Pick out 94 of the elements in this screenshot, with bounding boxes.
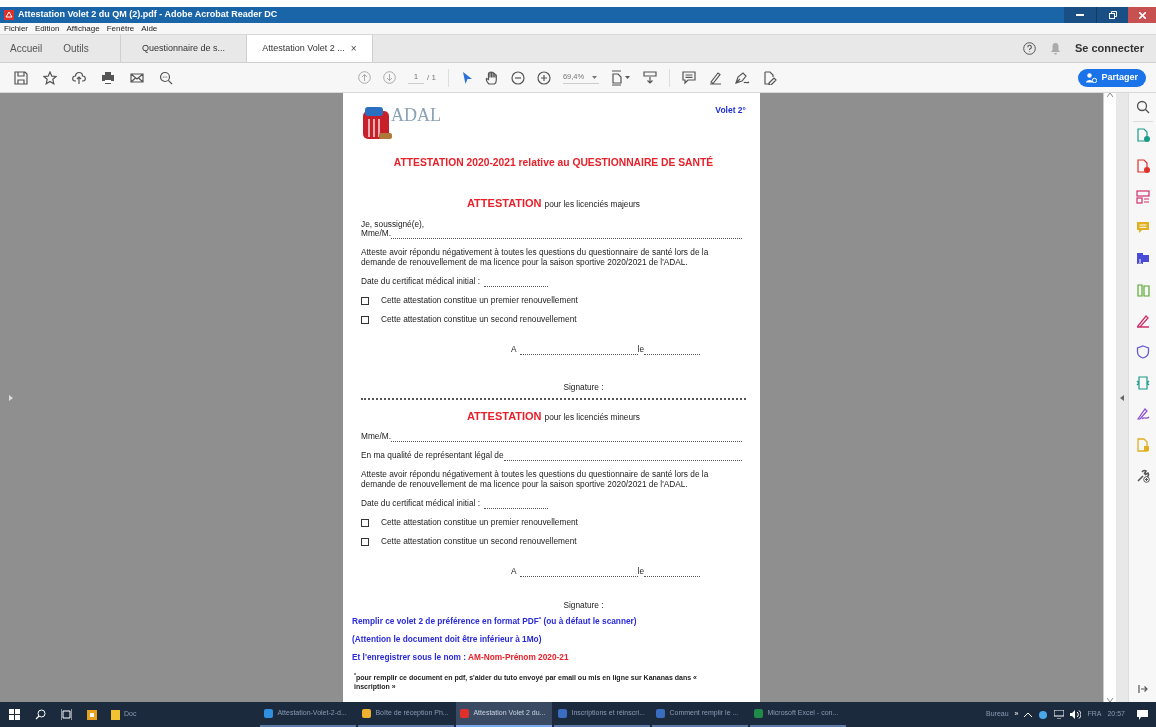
minimize-button[interactable]	[1064, 7, 1096, 23]
field-label: Date du certificat médical initial :	[361, 499, 480, 510]
section-heading: ATTESTATION	[467, 197, 542, 211]
menu-item[interactable]: Affichage	[66, 24, 100, 33]
speaker-icon[interactable]	[1070, 710, 1082, 719]
share-person-icon	[1086, 72, 1098, 83]
instruction-text: (Attention le document doit être inférieur à 1Mo)	[352, 634, 543, 645]
close-icon	[1138, 11, 1146, 19]
form-paragraph: Atteste avoir répondu négativement à toutes les questions du questionnaire de santé lors de la demande de renouvellement de ma licence pour la saison sportive 2020/2021 de l'ADAL.	[361, 248, 710, 269]
chevron-up-icon[interactable]	[1024, 712, 1033, 717]
field-label: Mme/M.	[361, 229, 391, 240]
close-button[interactable]	[1128, 7, 1156, 23]
sign-in-link[interactable]: Se connecter	[1074, 40, 1144, 57]
signature-label: Signature :	[562, 600, 604, 611]
edit-document-icon[interactable]	[762, 70, 778, 85]
search-icon[interactable]	[35, 709, 46, 720]
pdf-icon	[4, 10, 14, 20]
help-icon[interactable]	[1022, 42, 1036, 55]
volet-label: Volet 2°	[715, 105, 746, 116]
document-title: ATTESTATION 2020-2021 relative au QUESTIONNAIRE DE SANTÉ	[392, 157, 715, 170]
window-title: Attestation Volet 2 du QM (2).pdf - Adobe Acrobat Reader DC	[18, 8, 278, 22]
document-tab[interactable]: Attestation Volet 2 ... ×	[247, 35, 373, 62]
signature-label: Signature :	[562, 383, 604, 394]
task-view-icon[interactable]	[61, 709, 72, 720]
save-icon[interactable]	[14, 70, 28, 85]
app-icon[interactable]	[87, 709, 97, 720]
instruction-text: Remplir ce volet 2 de préférence en format PDF$^{*}$ (ou à défaut le scanner)	[352, 616, 638, 627]
menu-item[interactable]: Edition	[35, 24, 60, 33]
search-icon[interactable]	[159, 70, 173, 85]
menu-item[interactable]: Fichier	[4, 24, 28, 33]
shield-icon[interactable]	[1135, 345, 1150, 359]
caret-icon	[592, 75, 598, 79]
document-add-icon[interactable]	[1135, 128, 1150, 142]
minimize-icon	[1076, 14, 1084, 16]
share-button[interactable]: Partager	[1078, 68, 1146, 87]
export-document-icon[interactable]	[1135, 252, 1150, 266]
checkbox[interactable]	[361, 519, 369, 528]
section-subheading: pour les licenciés majeurs	[544, 200, 640, 211]
mail-icon[interactable]	[130, 70, 144, 85]
form-paragraph: Atteste avoir répondu négativement à toutes les questions du questionnaire de santé lors de la demande de renouvellement de ma licence pour la saison sportive 2020/2021 de l'ADAL.	[361, 470, 710, 491]
pointer-icon[interactable]	[460, 70, 473, 85]
sign-pen-icon[interactable]	[1135, 314, 1150, 328]
field-label: A	[511, 345, 517, 356]
hand-icon[interactable]	[484, 70, 499, 85]
fit-page-icon[interactable]	[611, 69, 632, 86]
checkbox[interactable]	[361, 316, 369, 325]
document-add-icon[interactable]	[1135, 159, 1150, 173]
checkbox-label: Cette attestation constitue un premier renouvellement	[381, 518, 578, 528]
instruction-text: Et l'enregistrer sous le nom : AM-Nom-Prénom 2020-21	[352, 652, 570, 663]
field-label: le	[637, 566, 644, 577]
checkbox[interactable]	[361, 297, 369, 306]
highlighter-icon[interactable]	[708, 70, 723, 85]
scroll-up-icon	[1107, 93, 1113, 97]
compare-document-icon[interactable]	[1135, 376, 1150, 390]
scroll-down-icon	[1107, 698, 1113, 702]
page-number-field[interactable]: 1	[408, 71, 424, 84]
checkbox-label: Cette attestation constitue un second renouvellement	[381, 537, 577, 547]
form-text: Je, soussigné(e),	[361, 219, 425, 230]
tab-close-button[interactable]: ×	[350, 41, 357, 56]
cloud-upload-icon[interactable]	[72, 70, 86, 85]
field-label: Date du certificat médical initial :	[361, 277, 480, 288]
network-icon[interactable]	[1054, 710, 1065, 719]
restore-button[interactable]	[1096, 7, 1128, 23]
page-total: / 1	[427, 71, 436, 84]
checkbox-label: Cette attestation constitue un premier renouvellement	[381, 296, 578, 307]
form-layout-icon[interactable]	[1135, 190, 1150, 204]
zoom-out-icon[interactable]	[510, 70, 525, 85]
menu-item[interactable]: Aide	[141, 24, 158, 33]
scroll-mode-icon[interactable]	[643, 70, 658, 85]
menu-item[interactable]: Fenêtre	[106, 24, 135, 33]
signature-icon[interactable]	[1135, 407, 1150, 421]
zoom-in-icon[interactable]	[536, 70, 551, 85]
restore-icon	[1108, 11, 1117, 19]
logo-text: ADAL	[391, 105, 441, 127]
field-label: En ma qualité de représentant légal de	[361, 451, 504, 462]
collapse-panel-icon[interactable]	[1120, 394, 1124, 401]
pen-nib-icon[interactable]	[734, 70, 751, 85]
checkbox[interactable]	[361, 538, 369, 546]
star-icon[interactable]	[43, 70, 57, 85]
print-icon[interactable]	[101, 70, 115, 85]
field-label: A	[511, 566, 517, 577]
windows-start-icon[interactable]	[9, 709, 20, 720]
comment-icon[interactable]	[682, 70, 697, 85]
scrollbar[interactable]	[1103, 93, 1116, 702]
field-label: Mme/M.	[361, 432, 391, 443]
cloud-icon[interactable]	[1038, 710, 1049, 719]
collapse-sidebar-icon[interactable]	[1137, 684, 1148, 694]
section-subheading: pour les licenciés mineurs	[544, 413, 640, 424]
field-label: le	[637, 345, 644, 356]
zoom-icon[interactable]	[1135, 100, 1150, 114]
section-heading: ATTESTATION	[467, 410, 542, 424]
wrench-add-icon[interactable]	[1135, 469, 1150, 483]
notification-icon[interactable]	[1137, 709, 1148, 720]
checkbox-label: Cette attestation constitue un second renouvellement	[381, 315, 577, 326]
